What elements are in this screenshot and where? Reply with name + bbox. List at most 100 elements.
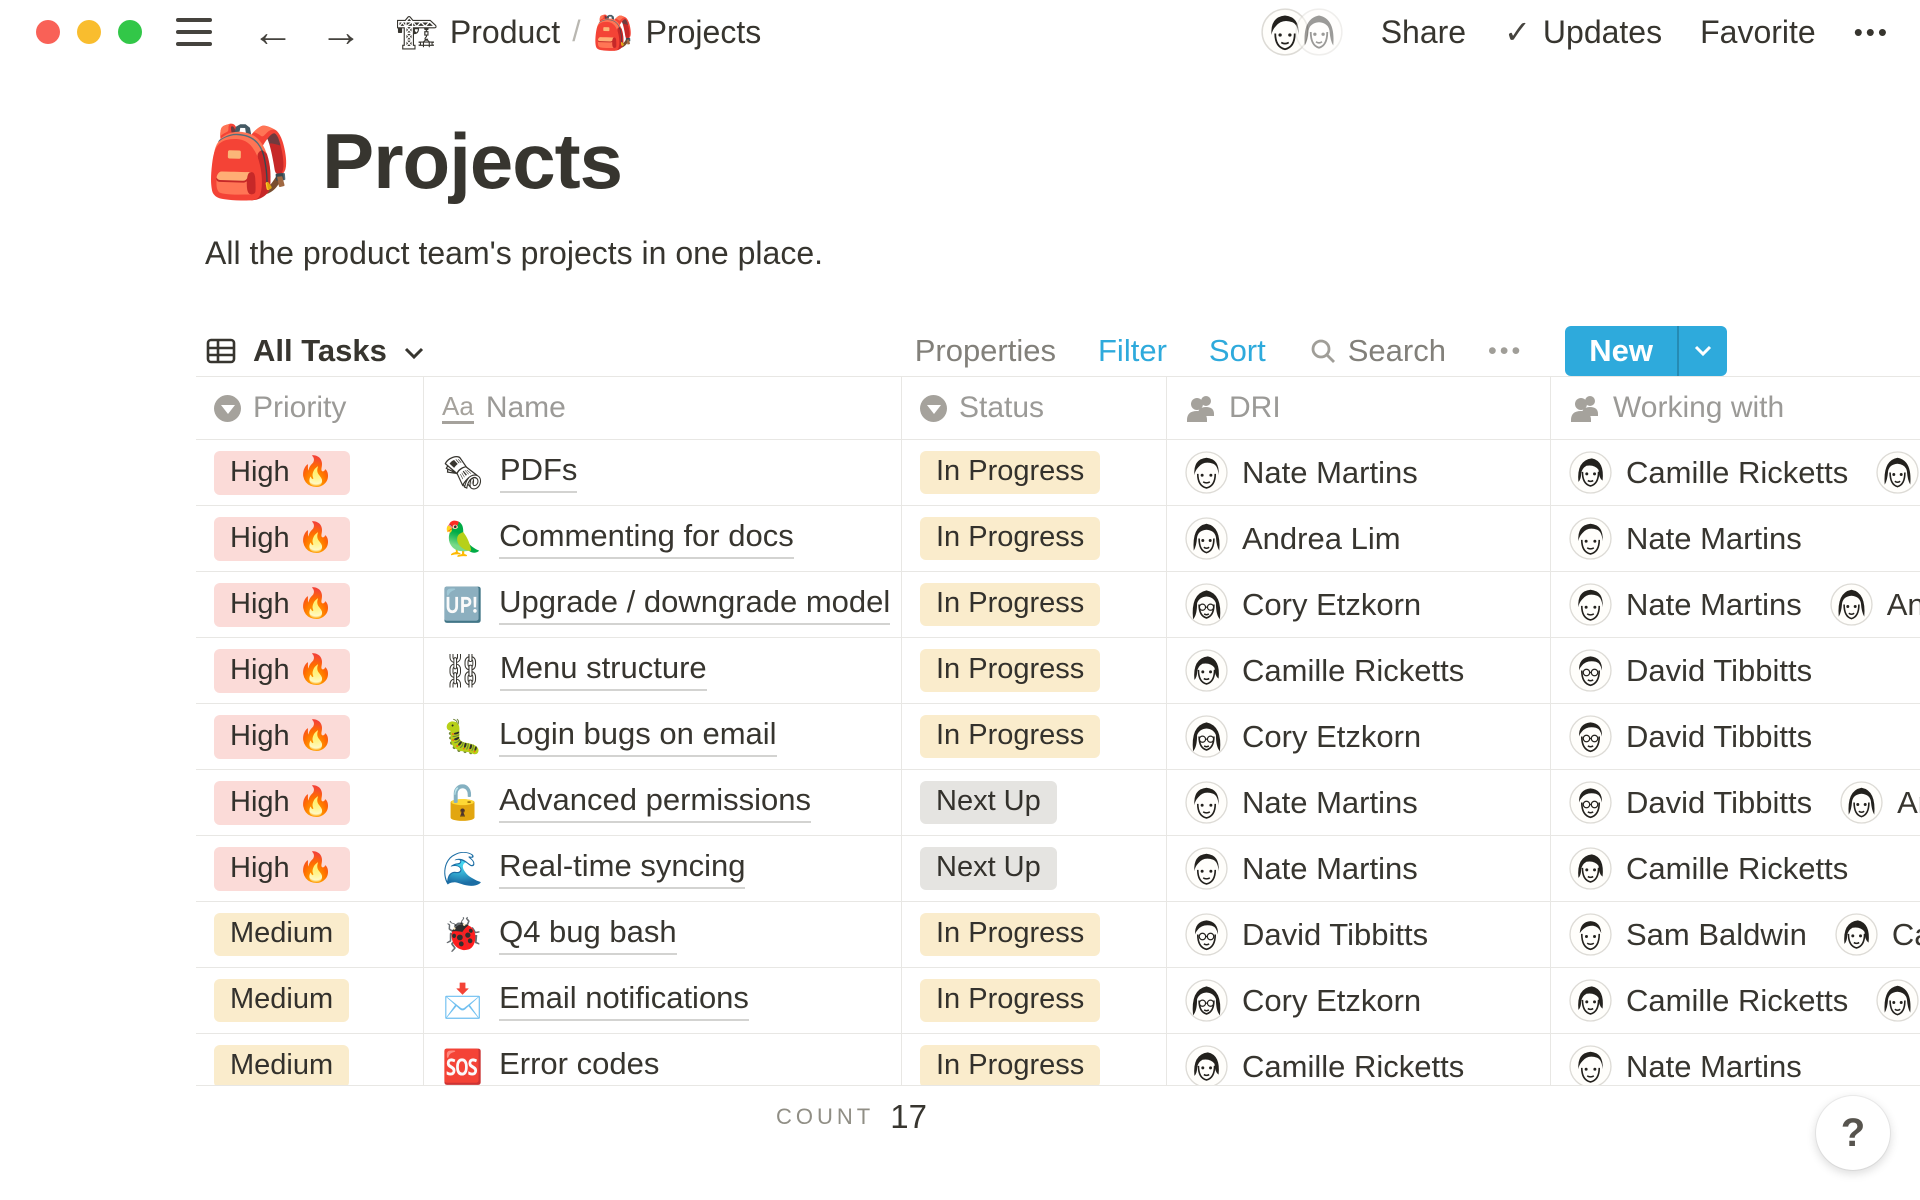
new-button-label[interactable]: New <box>1565 326 1677 376</box>
page-title[interactable]: Projects <box>322 116 622 207</box>
sidebar-menu-icon[interactable] <box>176 18 212 46</box>
person-chip[interactable]: An <box>1876 451 1920 494</box>
new-button[interactable]: New <box>1565 326 1727 376</box>
help-button[interactable]: ? <box>1816 1096 1890 1170</box>
table-row: Medium 📩Email notifications In Progress … <box>196 968 1920 1034</box>
favorite-button[interactable]: Favorite <box>1700 14 1816 51</box>
task-page-link[interactable]: Error codes <box>499 1046 659 1085</box>
breadcrumb-item-product[interactable]: 🏗 Product <box>396 14 560 51</box>
close-window-button[interactable] <box>36 20 60 44</box>
status-pill[interactable]: In Progress <box>920 517 1100 560</box>
task-page-link[interactable]: Email notifications <box>499 980 749 1021</box>
task-page-link[interactable]: Upgrade / downgrade model <box>499 584 890 625</box>
view-toolbar: All Tasks Properties Filter Sort Search … <box>205 326 1727 376</box>
person-property-icon <box>1569 392 1601 424</box>
search-button[interactable]: Search <box>1308 333 1446 369</box>
new-dropdown-button[interactable] <box>1679 326 1727 376</box>
person-chip[interactable]: David Tibbitts <box>1569 715 1812 758</box>
task-emoji-icon: 🦜 <box>442 522 483 555</box>
zoom-window-button[interactable] <box>118 20 142 44</box>
person-chip[interactable]: Cory Etzkorn <box>1185 979 1421 1022</box>
person-chip[interactable]: Andre <box>1830 583 1920 626</box>
avatar <box>1830 583 1873 626</box>
view-switcher[interactable]: All Tasks <box>205 333 425 369</box>
person-chip[interactable]: Camille Ricketts <box>1185 1045 1464 1085</box>
person-chip[interactable]: Sam Baldwin <box>1569 913 1807 956</box>
person-chip[interactable]: Nate Martins <box>1185 847 1418 890</box>
forward-arrow-icon[interactable]: → <box>320 11 362 53</box>
person-chip[interactable]: Nate Martins <box>1185 451 1418 494</box>
person-chip[interactable]: Camil <box>1835 913 1920 956</box>
more-options-icon[interactable]: ••• <box>1854 17 1890 48</box>
task-page-link[interactable]: Q4 bug bash <box>499 914 677 955</box>
status-pill[interactable]: In Progress <box>920 451 1100 494</box>
task-page-link[interactable]: Menu structure <box>500 650 707 691</box>
column-header-status[interactable]: Status <box>902 377 1167 439</box>
column-header-dri[interactable]: DRI <box>1167 377 1551 439</box>
person-chip[interactable]: Nate Martins <box>1569 1045 1802 1085</box>
table-row: High 🔥 🐛Login bugs on email In Progress … <box>196 704 1920 770</box>
task-emoji-icon: 🐞 <box>442 918 483 951</box>
filter-button[interactable]: Filter <box>1098 333 1167 369</box>
priority-pill[interactable]: High 🔥 <box>214 649 350 693</box>
select-property-icon <box>214 395 241 422</box>
person-chip[interactable]: Camille Ricketts <box>1569 979 1848 1022</box>
priority-pill[interactable]: High 🔥 <box>214 847 350 891</box>
person-chip[interactable]: David Tibbitts <box>1569 649 1812 692</box>
status-pill[interactable]: Next Up <box>920 847 1057 890</box>
priority-pill[interactable]: Medium <box>214 1045 349 1085</box>
person-chip[interactable]: David Tibbitts <box>1185 913 1428 956</box>
priority-pill[interactable]: High 🔥 <box>214 583 350 627</box>
priority-pill[interactable]: High 🔥 <box>214 781 350 825</box>
column-header-working-with[interactable]: Working with <box>1551 377 1920 439</box>
person-chip[interactable]: Nate Martins <box>1569 583 1802 626</box>
person-chip[interactable]: Andrea Lim <box>1185 517 1401 560</box>
person-chip[interactable]: Cory Etzkorn <box>1185 583 1421 626</box>
person-name: Andre <box>1887 587 1920 623</box>
task-page-link[interactable]: Commenting for docs <box>499 518 794 559</box>
priority-pill[interactable]: High 🔥 <box>214 451 350 495</box>
avatar <box>1185 913 1228 956</box>
page-icon-backpack[interactable]: 🎒 <box>205 127 292 197</box>
priority-pill[interactable]: High 🔥 <box>214 715 350 759</box>
person-chip[interactable]: Andr <box>1840 781 1920 824</box>
person-name: Camille Ricketts <box>1626 455 1848 491</box>
status-pill[interactable]: In Progress <box>920 1045 1100 1085</box>
task-page-link[interactable]: Advanced permissions <box>499 782 811 823</box>
status-pill[interactable]: In Progress <box>920 913 1100 956</box>
person-chip[interactable]: Camille Ricketts <box>1569 451 1848 494</box>
column-header-priority[interactable]: Priority <box>196 377 424 439</box>
priority-pill[interactable]: High 🔥 <box>214 517 350 561</box>
task-page-link[interactable]: PDFs <box>500 452 578 493</box>
task-page-link[interactable]: Real-time syncing <box>499 848 745 889</box>
priority-pill[interactable]: Medium <box>214 979 349 1022</box>
check-icon: ✓ <box>1504 13 1531 51</box>
breadcrumb-item-projects[interactable]: 🎒 Projects <box>593 14 762 51</box>
person-chip[interactable]: Nate Martins <box>1185 781 1418 824</box>
status-pill[interactable]: In Progress <box>920 979 1100 1022</box>
person-chip[interactable]: Camille Ricketts <box>1569 847 1848 890</box>
sort-button[interactable]: Sort <box>1209 333 1266 369</box>
properties-button[interactable]: Properties <box>915 333 1056 369</box>
person-chip[interactable]: David Tibbitts <box>1569 781 1812 824</box>
minimize-window-button[interactable] <box>77 20 101 44</box>
task-page-link[interactable]: Login bugs on email <box>499 716 776 757</box>
status-pill[interactable]: In Progress <box>920 649 1100 692</box>
person-chip[interactable]: Camille Ricketts <box>1185 649 1464 692</box>
column-header-name[interactable]: Aa Name <box>424 377 902 439</box>
column-label: Name <box>486 391 566 425</box>
person-name: Sam Baldwin <box>1626 917 1807 953</box>
person-chip[interactable]: Nate Martins <box>1569 517 1802 560</box>
share-button[interactable]: Share <box>1381 14 1466 51</box>
page-description[interactable]: All the product team's projects in one p… <box>205 235 1920 272</box>
status-pill[interactable]: Next Up <box>920 781 1057 824</box>
count-value[interactable]: 17 <box>890 1098 927 1136</box>
status-pill[interactable]: In Progress <box>920 715 1100 758</box>
person-chip[interactable]: Cory Etzkorn <box>1185 715 1421 758</box>
back-arrow-icon[interactable]: ← <box>252 11 294 53</box>
priority-pill[interactable]: Medium <box>214 913 349 956</box>
updates-button[interactable]: ✓ Updates <box>1504 13 1662 51</box>
status-pill[interactable]: In Progress <box>920 583 1100 626</box>
person-chip[interactable]: An <box>1876 979 1920 1022</box>
view-more-options-icon[interactable]: ••• <box>1488 337 1523 366</box>
